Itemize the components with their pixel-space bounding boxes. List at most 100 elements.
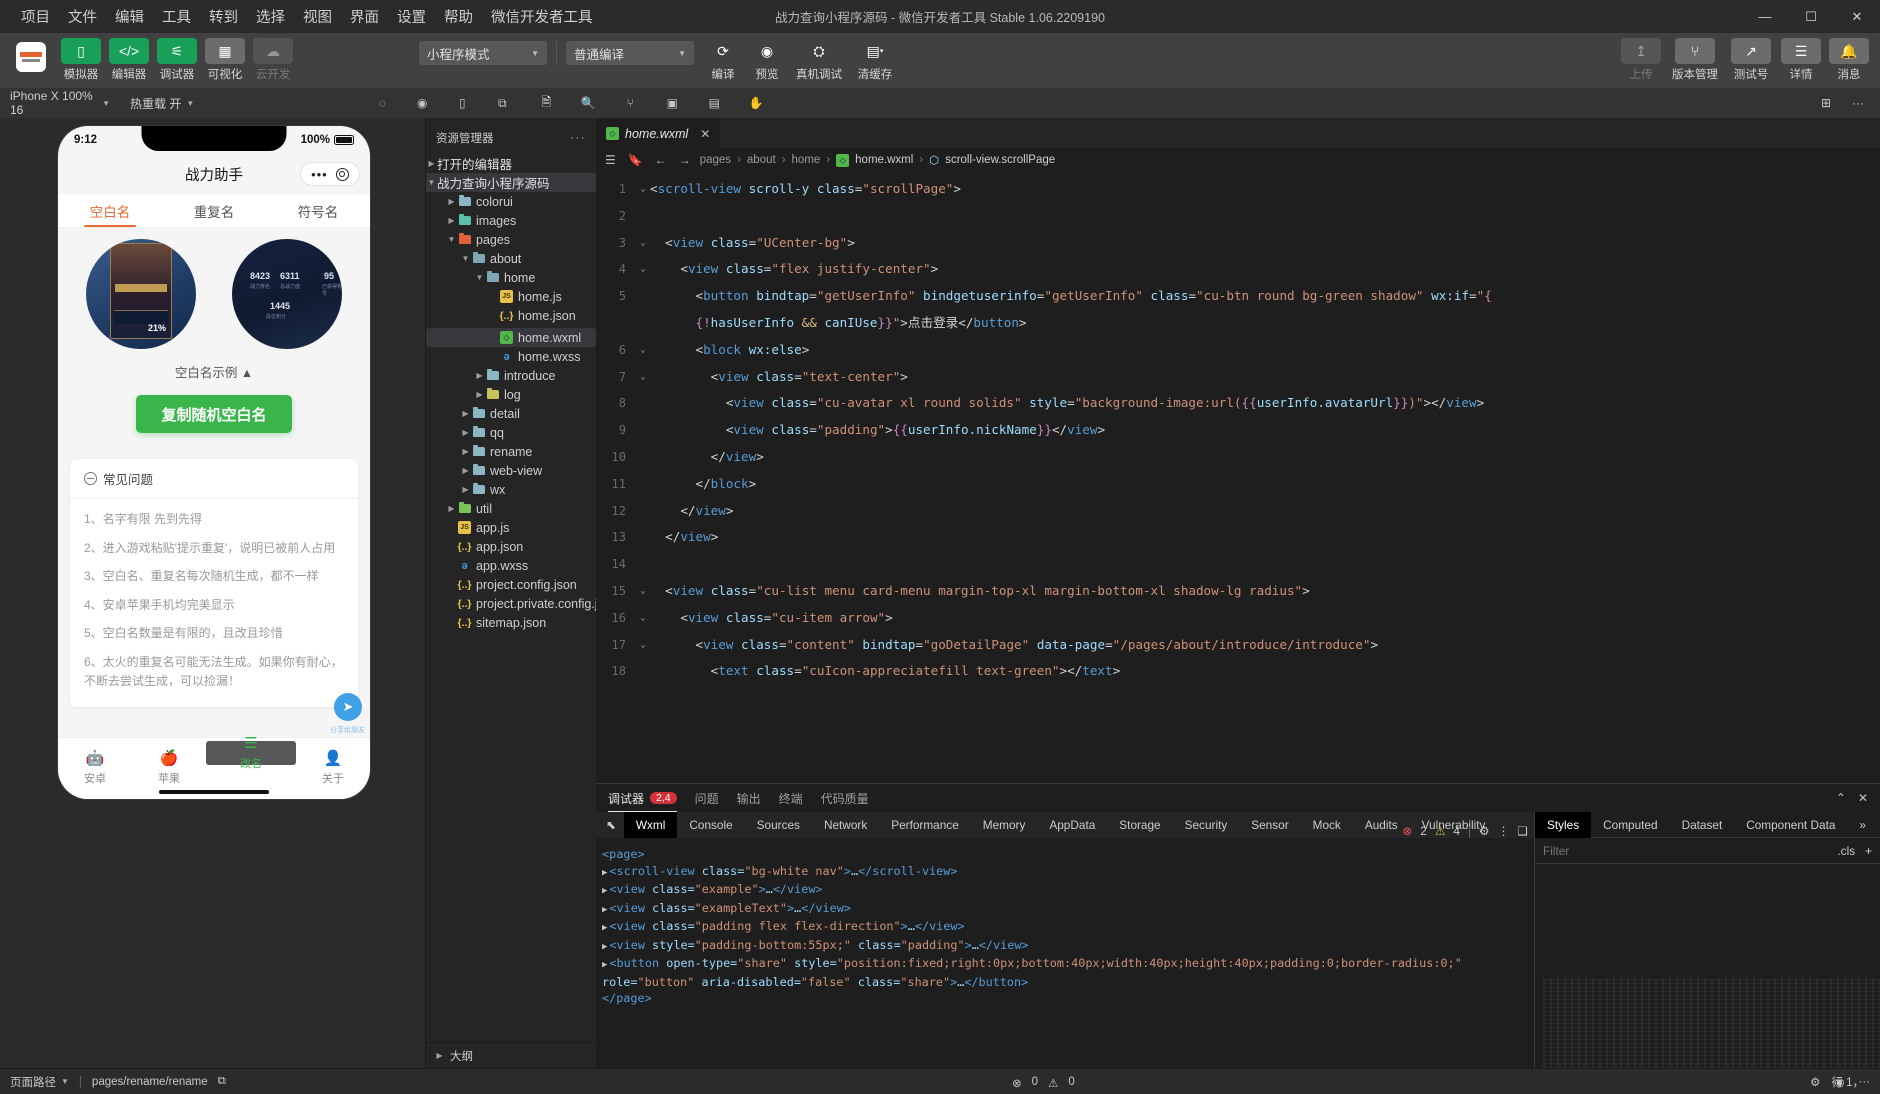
fold-toggle-icon[interactable]: ⌄ (636, 337, 650, 364)
dom-node[interactable]: ▶<view class="example">…</view> (602, 881, 1528, 900)
fold-toggle-icon[interactable]: ⌄ (636, 632, 650, 659)
devtool-tab-sensor[interactable]: Sensor (1239, 812, 1300, 838)
fold-toggle-icon[interactable] (636, 658, 650, 685)
dom-node[interactable]: ▶<view class="exampleText">…</view> (602, 900, 1528, 919)
toolbar-messages-button[interactable]: 🔔 消息 (1828, 38, 1870, 82)
devtool-tab-mock[interactable]: Mock (1301, 812, 1353, 838)
target-icon[interactable] (336, 168, 349, 181)
chevron-right-icon[interactable]: ▶ (446, 197, 457, 206)
tab-duplicate-name[interactable]: 重复名 (162, 194, 266, 227)
fold-toggle-icon[interactable]: ⌄ (636, 230, 650, 257)
settings-icon[interactable]: ⚙ (1479, 824, 1490, 838)
close-icon[interactable]: ✕ (694, 127, 710, 141)
toolbar-editor-button[interactable]: </> 编辑器 (108, 38, 150, 82)
menu-item-help[interactable]: 帮助 (435, 2, 482, 31)
devtool-tab-storage[interactable]: Storage (1107, 812, 1172, 838)
fold-toggle-icon[interactable] (636, 471, 650, 498)
close-button[interactable]: ✕ (1834, 0, 1880, 33)
git-icon[interactable]: ⑂ (622, 95, 638, 111)
code-line[interactable]: 4 ⌄ <view class="flex justify-center"> (596, 256, 1880, 283)
breadcrumb-file[interactable]: home.wxml (855, 154, 913, 166)
tab-styles[interactable]: Styles (1535, 812, 1591, 838)
page-path-selector[interactable]: 页面路径 ▼ (10, 1074, 69, 1090)
code-line[interactable]: 17 ⌄ <view class="content" bindtap="goDe… (596, 632, 1880, 659)
dom-node[interactable]: role="button" aria-disabled="false" clas… (602, 974, 1528, 991)
breadcrumb-home[interactable]: home (792, 154, 821, 166)
tree-item-colorui[interactable]: ▶ colorui (426, 192, 596, 211)
toolbar-compile-button[interactable]: ⟳ 编译 (702, 38, 744, 82)
tree-item-util[interactable]: ▶ util (426, 499, 596, 518)
tree-item-detail[interactable]: ▶ detail (426, 404, 596, 423)
status-diagnostics[interactable]: ⊗ 0 ⚠ 0 (1012, 1076, 1075, 1090)
code-editor[interactable]: 1 ⌄ <scroll-view scroll-y class="scrollP… (596, 172, 1880, 783)
device-selector[interactable]: iPhone X 100% 16 ▼ (0, 88, 120, 118)
debug-alt-icon[interactable]: ▤ (706, 95, 722, 111)
menu-item-devtools[interactable]: 微信开发者工具 (482, 2, 602, 31)
code-line[interactable]: 2 (596, 203, 1880, 230)
copy-random-blank-name-button[interactable]: 复制随机空白名 (136, 395, 292, 433)
chevron-down-icon[interactable]: ▼ (446, 235, 457, 244)
compile-select[interactable]: 普通编译 ▼ (566, 41, 694, 65)
toolbar-testaccount-button[interactable]: ↗ 测试号 (1728, 38, 1774, 82)
close-icon[interactable]: ✕ (1858, 791, 1868, 805)
overflow-icon[interactable]: » (1847, 812, 1878, 838)
fold-toggle-icon[interactable] (636, 390, 650, 417)
toolbar-debugger-button[interactable]: ⚟ 调试器 (156, 38, 198, 82)
devtool-tab-appdata[interactable]: AppData (1037, 812, 1107, 838)
code-line[interactable]: 8 <view class="cu-avatar xl round solids… (596, 390, 1880, 417)
panel-tab-debugger[interactable]: 调试器 2,4 (608, 784, 677, 812)
tree-item-qq[interactable]: ▶ qq (426, 423, 596, 442)
chevron-down-icon[interactable]: ▼ (474, 273, 485, 282)
toolbar-version-button[interactable]: ⑂ 版本管理 (1668, 38, 1722, 82)
record-icon[interactable]: ◌ (374, 95, 390, 111)
more-vertical-icon[interactable]: ⋮ (1498, 824, 1510, 838)
devtool-tab-security[interactable]: Security (1173, 812, 1240, 838)
copy-icon[interactable]: ⧉ (218, 1075, 226, 1088)
mode-select[interactable]: 小程序模式 ▼ (419, 41, 547, 65)
tab-blank-name[interactable]: 空白名 (58, 194, 162, 227)
tree-project-root[interactable]: ▼ 战力查询小程序源码 (426, 173, 596, 192)
tree-open-editors[interactable]: ▶ 打开的编辑器 (426, 154, 596, 173)
menu-item-interface[interactable]: 界面 (341, 2, 388, 31)
code-line[interactable]: 3 ⌄ <view class="UCenter-bg"> (596, 230, 1880, 257)
fold-toggle-icon[interactable]: ⌄ (636, 176, 650, 203)
toolbar-visualize-button[interactable]: ▦ 可视化 (204, 38, 246, 82)
fold-toggle-icon[interactable]: ⌄ (636, 605, 650, 632)
fold-toggle-icon[interactable]: ⌄ (636, 364, 650, 391)
outline-toggle-icon[interactable]: ☰ (602, 153, 619, 167)
tree-item-home[interactable]: ▼ home (426, 268, 596, 287)
chevron-right-icon[interactable]: ▶ (460, 409, 471, 418)
panel-tab-codequality[interactable]: 代码质量 (821, 784, 869, 812)
filter-input[interactable] (1543, 844, 1693, 858)
panel-tab-problems[interactable]: 问题 (695, 784, 719, 812)
toolbar-clearcache-button[interactable]: ▤▾ 清缓存 (850, 38, 900, 82)
chevron-down-icon[interactable]: ▼ (460, 254, 471, 263)
chevron-right-icon[interactable]: ▶ (446, 504, 457, 513)
breadcrumb[interactable]: ☰ 🔖 ← → pages › about › home › ◇ home.wx… (596, 148, 1880, 172)
menu-item-settings[interactable]: 设置 (388, 2, 435, 31)
extensions-icon[interactable]: ▣ (664, 95, 680, 111)
fold-toggle-icon[interactable] (636, 444, 650, 471)
tree-item-app-js[interactable]: ·JS app.js (426, 518, 596, 537)
menu-item-view[interactable]: 视图 (294, 2, 341, 31)
dot-icon[interactable]: ◉ (414, 95, 430, 111)
tree-item-home-wxml[interactable]: ·◇ home.wxml (426, 328, 596, 347)
fold-toggle-icon[interactable] (636, 498, 650, 525)
toolbar-realdevice-button[interactable]: ⛭ 真机调试 (790, 38, 848, 82)
devtool-tab-network[interactable]: Network (812, 812, 879, 838)
code-line[interactable]: 11 </block> (596, 471, 1880, 498)
maximize-button[interactable]: ☐ (1788, 0, 1834, 33)
menu-bar[interactable]: 项目 文件 编辑 工具 转到 选择 视图 界面 设置 帮助 微信开发者工具 (0, 2, 602, 31)
menu-item-select[interactable]: 选择 (247, 2, 294, 31)
chevron-right-icon[interactable]: ▶ (474, 390, 485, 399)
tree-item-rename[interactable]: ▶ rename (426, 442, 596, 461)
code-line[interactable]: {!hasUserInfo && canIUse}}">点击登录</button… (596, 310, 1880, 337)
toolbar-cloud-button[interactable]: ☁ 云开发 (252, 38, 294, 82)
minimize-button[interactable]: — (1742, 0, 1788, 33)
fold-toggle-icon[interactable] (636, 310, 650, 337)
styles-tab-bar[interactable]: Styles Computed Dataset Component Data » (1535, 812, 1880, 838)
tree-item-introduce[interactable]: ▶ introduce (426, 366, 596, 385)
chevron-right-icon[interactable]: ▶ (460, 466, 471, 475)
dom-node[interactable]: ▶<button open-type="share" style="positi… (602, 955, 1528, 974)
menu-item-project[interactable]: 项目 (12, 2, 59, 31)
